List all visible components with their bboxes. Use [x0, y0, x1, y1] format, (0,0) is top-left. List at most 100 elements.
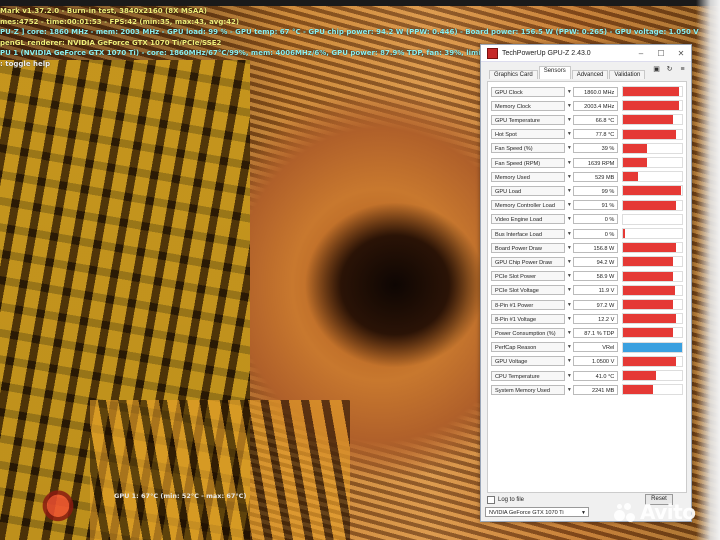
chevron-down-icon[interactable]: ▼: [565, 257, 573, 267]
chevron-down-icon[interactable]: ▼: [565, 172, 573, 182]
refresh-icon[interactable]: ↻: [665, 66, 674, 74]
tab-validation[interactable]: Validation: [609, 70, 646, 79]
gpu-select-value: NVIDIA GeForce GTX 1070 Ti: [489, 510, 564, 516]
sensor-graph: [622, 114, 684, 126]
sensor-label[interactable]: GPU Chip Power Draw: [491, 256, 566, 267]
sensor-graph-fill: [623, 87, 680, 96]
sensor-row[interactable]: Bus Interface Load ▼ 0 %: [491, 228, 684, 239]
gpu-select-dropdown[interactable]: NVIDIA GeForce GTX 1070 Ti ▼: [485, 507, 589, 517]
sensor-label[interactable]: Memory Controller Load: [491, 200, 566, 211]
chevron-down-icon[interactable]: ▼: [565, 186, 573, 196]
chevron-down-icon[interactable]: ▼: [565, 356, 573, 366]
sensor-row[interactable]: PCIe Slot Voltage ▼ 11.9 V: [491, 284, 684, 296]
sensor-graph: [622, 313, 684, 325]
gpuz-window[interactable]: TechPowerUp GPU-Z 2.43.0 – ☐ ✕ Graphics …: [480, 44, 692, 522]
sensor-row[interactable]: Memory Clock ▼ 2003.4 MHz: [491, 100, 684, 112]
sensor-row[interactable]: PerfCap Reason ▼ VRel: [491, 341, 684, 353]
sensor-list[interactable]: GPU Clock ▼ 1860.0 MHz Memory Clock ▼ 2003.4 …: [487, 81, 687, 493]
sensor-label[interactable]: Memory Clock: [491, 100, 566, 111]
sensor-label[interactable]: GPU Voltage: [491, 356, 566, 367]
sensor-graph-fill: [623, 200, 677, 210]
gpuz-titlebar[interactable]: TechPowerUp GPU-Z 2.43.0 – ☐ ✕: [481, 45, 691, 62]
sensor-row[interactable]: Memory Controller Load ▼ 91 %: [491, 199, 684, 211]
sensor-row[interactable]: CPU Temperature ▼ 41.0 °C: [491, 370, 684, 381]
sensor-row[interactable]: GPU Clock ▼ 1860.0 MHz: [491, 86, 684, 97]
sensor-value: 99 %: [573, 185, 619, 196]
chevron-down-icon[interactable]: ▼: [565, 314, 573, 324]
sensor-label[interactable]: PerfCap Reason: [491, 342, 566, 353]
sensor-label[interactable]: Bus Interface Load: [491, 228, 566, 239]
gpu-temp-readout: GPU 1: 67°C (min: 52°C - max: 67°C): [114, 492, 247, 500]
sensor-label[interactable]: PCIe Slot Power: [491, 271, 566, 282]
furmark-logo-icon: [38, 486, 78, 530]
sensor-label[interactable]: CPU Temperature: [491, 370, 566, 381]
sensor-row[interactable]: GPU Voltage ▼ 1.0500 V: [491, 355, 684, 367]
sensor-label[interactable]: Fan Speed (%): [491, 143, 566, 154]
sensor-row[interactable]: Hot Spot ▼ 77.8 °C: [491, 128, 684, 140]
sensor-label[interactable]: GPU Temperature: [491, 114, 566, 125]
camera-icon[interactable]: ▣: [652, 66, 661, 74]
chevron-down-icon[interactable]: ▼: [565, 342, 573, 352]
avito-watermark: Avito: [614, 500, 696, 524]
tab-graphics-card[interactable]: Graphics Card: [489, 70, 538, 79]
tab-advanced[interactable]: Advanced: [571, 70, 609, 79]
chevron-down-icon[interactable]: ▼: [565, 101, 573, 111]
chevron-down-icon[interactable]: ▼: [565, 200, 573, 210]
chevron-down-icon[interactable]: ▼: [565, 243, 573, 253]
close-button[interactable]: ✕: [671, 49, 691, 58]
minimize-button[interactable]: –: [631, 49, 651, 58]
sensor-row[interactable]: Fan Speed (%) ▼ 39 %: [491, 142, 684, 154]
tab-sensors[interactable]: Sensors: [538, 66, 571, 79]
sensor-row[interactable]: 8-Pin #1 Voltage ▼ 12.2 V: [491, 313, 684, 325]
chevron-down-icon[interactable]: ▼: [565, 285, 573, 295]
chevron-down-icon[interactable]: ▼: [565, 214, 573, 224]
sensor-label[interactable]: 8-Pin #1 Power: [491, 299, 566, 310]
sensor-value: 11.9 V: [573, 285, 619, 296]
sensor-row[interactable]: Video Engine Load ▼ 0 %: [491, 213, 684, 225]
sensor-label[interactable]: System Memory Used: [491, 384, 566, 395]
sensor-label[interactable]: Board Power Draw: [491, 242, 566, 253]
sensor-label[interactable]: PCIe Slot Voltage: [491, 285, 566, 296]
sensor-row[interactable]: GPU Chip Power Draw ▼ 94.2 W: [491, 256, 684, 268]
sensor-row[interactable]: 8-Pin #1 Power ▼ 97.2 W: [491, 299, 684, 310]
sensor-label[interactable]: GPU Load: [491, 185, 566, 196]
sensor-label[interactable]: Memory Used: [491, 171, 566, 182]
chevron-down-icon[interactable]: ▼: [565, 300, 573, 310]
menu-icon[interactable]: ≡: [678, 66, 687, 74]
chevron-down-icon[interactable]: ▼: [565, 87, 573, 97]
sensor-row[interactable]: PCIe Slot Power ▼ 58.9 W: [491, 270, 684, 282]
sensor-label[interactable]: Video Engine Load: [491, 214, 566, 225]
sensor-value: 66.8 °C: [573, 114, 619, 125]
log-to-file-option[interactable]: Log to file: [487, 496, 524, 504]
chevron-down-icon[interactable]: ▼: [565, 229, 573, 239]
chevron-down-icon[interactable]: ▼: [565, 158, 573, 168]
log-to-file-checkbox[interactable]: [487, 496, 495, 504]
sensor-graph: [622, 128, 684, 140]
chevron-down-icon[interactable]: ▼: [565, 115, 573, 125]
sensor-value: 87.1 % TDP: [573, 327, 619, 338]
chevron-down-icon[interactable]: ▼: [565, 328, 573, 338]
sensor-row[interactable]: GPU Load ▼ 99 %: [491, 185, 684, 197]
maximize-button[interactable]: ☐: [651, 49, 671, 58]
sensor-label[interactable]: 8-Pin #1 Voltage: [491, 313, 566, 324]
sensor-graph-fill: [623, 285, 675, 295]
sensor-row[interactable]: Board Power Draw ▼ 156.8 W: [491, 242, 684, 254]
chevron-down-icon[interactable]: ▼: [565, 385, 573, 395]
sensor-label[interactable]: Hot Spot: [491, 129, 566, 140]
sensor-row[interactable]: GPU Temperature ▼ 66.8 °C: [491, 114, 684, 126]
sensor-graph: [622, 299, 684, 310]
sensor-row[interactable]: Fan Speed (RPM) ▼ 1639 RPM: [491, 157, 684, 168]
chevron-down-icon[interactable]: ▼: [565, 143, 573, 153]
chevron-down-icon[interactable]: ▼: [565, 371, 573, 381]
sensor-graph-fill: [623, 314, 677, 324]
sensor-row[interactable]: Power Consumption (%) ▼ 87.1 % TDP: [491, 327, 684, 339]
sensor-value: 97.2 W: [573, 299, 619, 310]
sensor-label[interactable]: Fan Speed (RPM): [491, 157, 566, 168]
sensor-label[interactable]: Power Consumption (%): [491, 327, 566, 338]
sensor-label[interactable]: GPU Clock: [491, 86, 566, 97]
sensor-graph: [622, 228, 684, 239]
chevron-down-icon[interactable]: ▼: [565, 129, 573, 139]
sensor-row[interactable]: Memory Used ▼ 529 MB: [491, 171, 684, 183]
sensor-row[interactable]: System Memory Used ▼ 2241 MB: [491, 384, 684, 396]
chevron-down-icon[interactable]: ▼: [565, 271, 573, 281]
